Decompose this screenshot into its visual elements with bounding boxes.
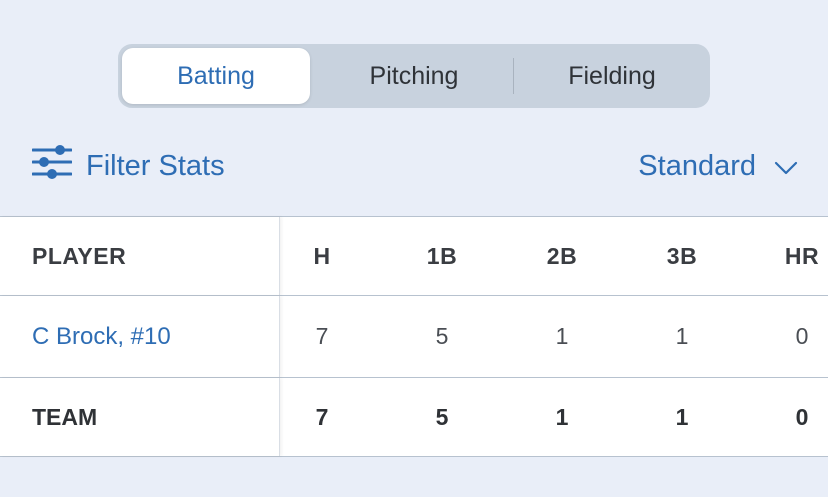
column-header-1b[interactable]: 1B — [402, 217, 482, 295]
stat-cell-1b: 5 — [435, 323, 449, 349]
stat-cell-h: 7 — [315, 323, 329, 349]
player-name-link[interactable]: C Brock, #10 — [0, 296, 280, 377]
team-total-3b: 1 — [675, 403, 689, 430]
team-total-hr: 0 — [795, 403, 809, 430]
table-row: C Brock, #10 7 5 1 1 0 — [0, 295, 828, 377]
stat-cell-3b: 1 — [675, 323, 689, 349]
stat-cell-hr: 0 — [795, 323, 809, 349]
column-header-2b[interactable]: 2B — [522, 217, 602, 295]
table-header-row: PLAYER H 1B 2B 3B HR — [0, 216, 828, 295]
stat-cell-2b: 1 — [555, 323, 569, 349]
chevron-down-icon — [756, 150, 798, 183]
filter-stats-button[interactable]: Filter Stats — [31, 144, 225, 188]
tab-fielding[interactable]: Fielding — [518, 48, 706, 104]
column-header-h[interactable]: H — [282, 217, 362, 295]
tab-batting[interactable]: Batting — [122, 48, 310, 104]
filter-stats-label: Filter Stats — [86, 149, 225, 182]
tab-pitching[interactable]: Pitching — [320, 48, 508, 104]
team-total-1b: 5 — [435, 403, 449, 430]
column-header-hr[interactable]: HR — [762, 217, 828, 295]
team-label: TEAM — [0, 378, 280, 456]
team-total-h: 7 — [315, 403, 329, 430]
team-totals-row: TEAM 7 5 1 1 0 — [0, 377, 828, 457]
stats-type-segmented-control: Batting Pitching Fielding — [118, 44, 710, 108]
column-header-player[interactable]: PLAYER — [0, 217, 280, 295]
view-selector-dropdown[interactable]: Standard — [638, 144, 798, 188]
view-selector-label: Standard — [638, 149, 756, 182]
column-header-3b[interactable]: 3B — [642, 217, 722, 295]
segment-divider — [513, 58, 514, 94]
stats-table: PLAYER H 1B 2B 3B HR C Brock, #10 7 5 1 … — [0, 216, 828, 457]
team-total-2b: 1 — [555, 403, 569, 430]
sliders-icon — [31, 144, 86, 188]
